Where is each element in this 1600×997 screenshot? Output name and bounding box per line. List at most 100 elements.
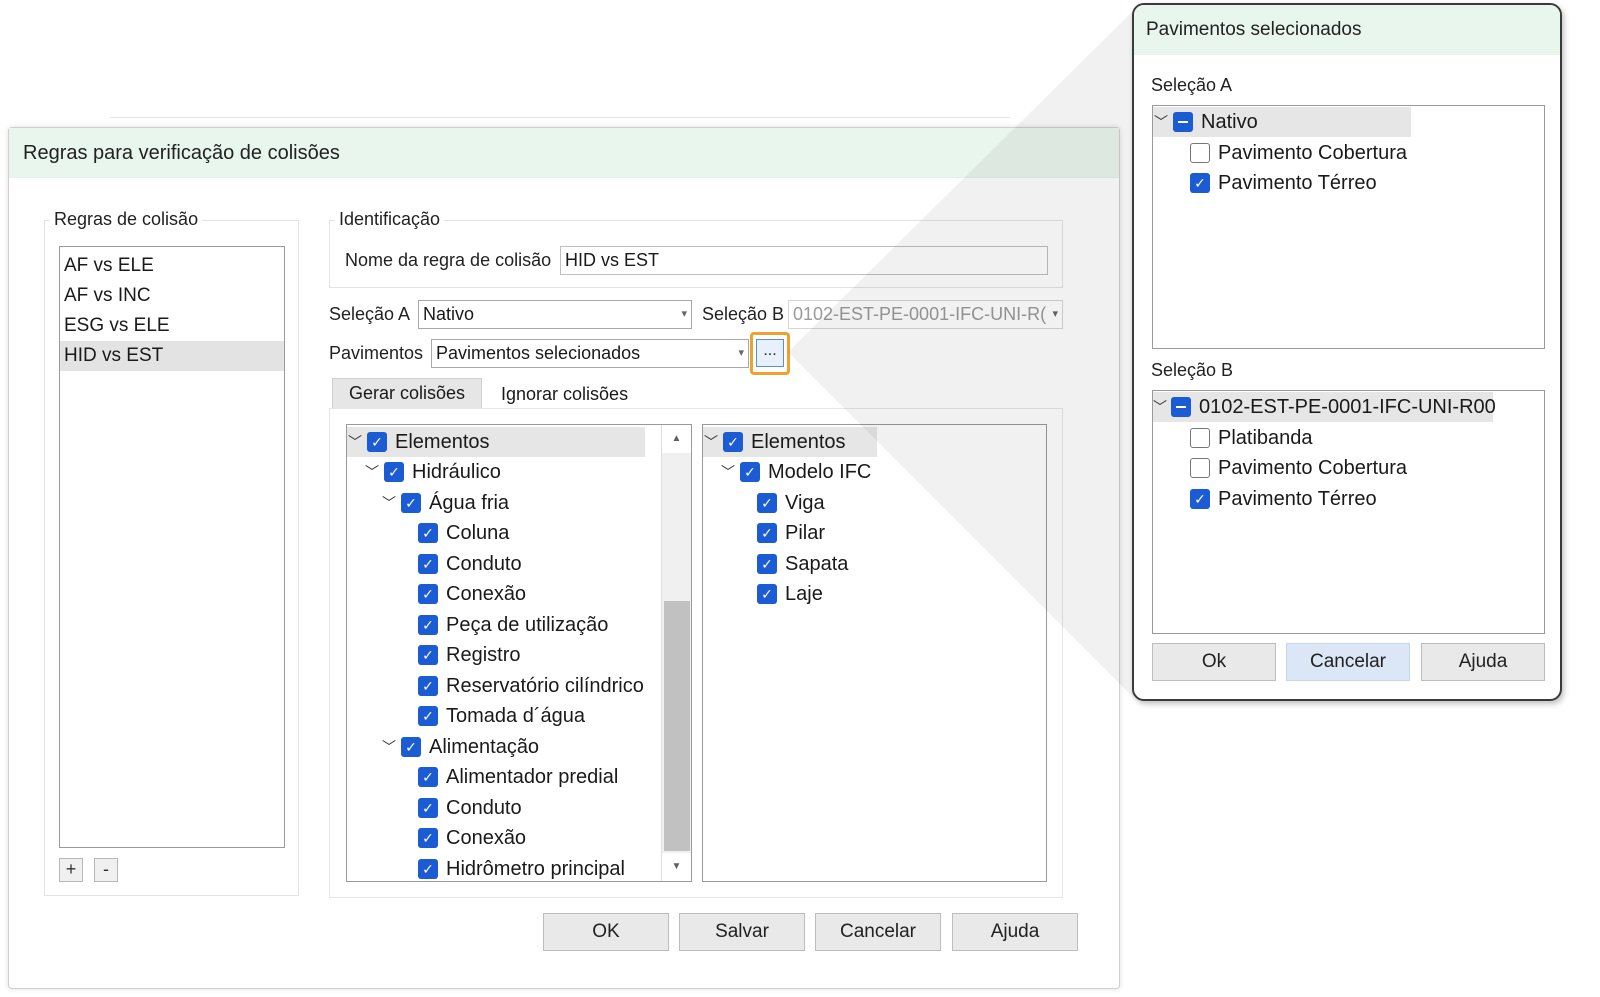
list-item[interactable]: ESG vs ELE bbox=[60, 311, 284, 341]
checkbox-checked-icon[interactable]: ✓ bbox=[418, 767, 438, 787]
checkbox-checked-icon[interactable]: ✓ bbox=[418, 554, 438, 574]
chevron-down-icon[interactable]: ﹀ bbox=[381, 737, 397, 757]
checkbox-checked-icon[interactable]: ✓ bbox=[418, 615, 438, 635]
tab-ignorar-colisoes[interactable]: Ignorar colisões bbox=[485, 380, 644, 410]
tree-item[interactable]: ﹀ ✓ Água fria bbox=[381, 488, 509, 518]
checkbox-checked-icon[interactable]: ✓ bbox=[757, 554, 777, 574]
chevron-down-icon[interactable]: ﹀ bbox=[347, 432, 363, 452]
tree-item[interactable]: ﹀ ✓ Elementos bbox=[347, 427, 645, 457]
tree-item[interactable]: ✓ Pavimento Térreo bbox=[1190, 484, 1377, 514]
checkbox-checked-icon[interactable]: ✓ bbox=[757, 523, 777, 543]
checkbox-checked-icon[interactable]: ✓ bbox=[740, 462, 760, 482]
cancel-button[interactable]: Cancelar bbox=[815, 913, 941, 951]
pavimentos-value: Pavimentos selecionados bbox=[436, 343, 641, 363]
tree-item[interactable]: Pavimento Cobertura bbox=[1190, 453, 1407, 483]
checkbox-unchecked-icon[interactable] bbox=[1190, 143, 1210, 163]
tab-gerar-colisoes[interactable]: Gerar colisões bbox=[332, 378, 483, 408]
save-button[interactable]: Salvar bbox=[679, 913, 805, 951]
tree-selection-b[interactable]: ﹀ ✓ Elementos ﹀ ✓ Modelo IFC ✓ Viga ✓ Pi… bbox=[702, 424, 1047, 882]
list-item-selected[interactable]: HID vs EST bbox=[60, 341, 284, 371]
checkbox-checked-icon[interactable]: ✓ bbox=[418, 676, 438, 696]
checkbox-partial-icon[interactable] bbox=[1173, 112, 1193, 132]
checkbox-checked-icon[interactable]: ✓ bbox=[401, 493, 421, 513]
scroll-up-icon[interactable]: ▲ bbox=[662, 425, 691, 453]
tree-item[interactable]: ✓ Alimentador predial bbox=[418, 762, 618, 792]
checkbox-checked-icon[interactable]: ✓ bbox=[418, 706, 438, 726]
tree-item[interactable]: ✓ Conduto bbox=[418, 549, 522, 579]
checkbox-checked-icon[interactable]: ✓ bbox=[367, 432, 387, 452]
checkbox-checked-icon[interactable]: ✓ bbox=[401, 737, 421, 757]
checkbox-checked-icon[interactable]: ✓ bbox=[418, 859, 438, 879]
checkbox-checked-icon[interactable]: ✓ bbox=[418, 523, 438, 543]
checkbox-partial-icon[interactable] bbox=[1171, 397, 1191, 417]
checkbox-checked-icon[interactable]: ✓ bbox=[1190, 173, 1210, 193]
tree-item-label: Conexão bbox=[446, 826, 527, 849]
list-item[interactable]: AF vs ELE bbox=[60, 251, 284, 281]
rule-name-input[interactable]: HID vs EST bbox=[560, 246, 1048, 275]
list-item[interactable]: AF vs INC bbox=[60, 281, 284, 311]
tree-item-label: Viga bbox=[785, 491, 825, 514]
popup-tree-a[interactable]: ﹀ Nativo Pavimento Cobertura ✓ Pavimento… bbox=[1152, 105, 1545, 349]
scrollbar-thumb[interactable] bbox=[664, 601, 690, 851]
popup-help-button[interactable]: Ajuda bbox=[1421, 643, 1545, 681]
tree-a-scrollbar[interactable]: ▲ ▼ bbox=[661, 425, 691, 881]
selection-b-dropdown[interactable]: 0102-EST-PE-0001-IFC-UNI-R( ▾ bbox=[788, 300, 1063, 329]
chevron-down-icon[interactable]: ﹀ bbox=[1153, 397, 1167, 417]
chevron-down-icon[interactable]: ﹀ bbox=[720, 462, 736, 482]
checkbox-checked-icon[interactable]: ✓ bbox=[1190, 489, 1210, 509]
checkbox-checked-icon[interactable]: ✓ bbox=[418, 798, 438, 818]
checkbox-unchecked-icon[interactable] bbox=[1190, 458, 1210, 478]
tree-item[interactable]: ✓ Sapata bbox=[757, 549, 848, 579]
ok-button[interactable]: OK bbox=[543, 913, 669, 951]
popup-cancel-button[interactable]: Cancelar bbox=[1286, 643, 1410, 681]
tree-item[interactable]: ✓ Peça de utilização bbox=[418, 610, 608, 640]
tree-item[interactable]: ﹀ 0102-EST-PE-0001-IFC-UNI-R00 bbox=[1153, 392, 1496, 422]
checkbox-checked-icon[interactable]: ✓ bbox=[418, 828, 438, 848]
tree-item-label: Nativo bbox=[1201, 110, 1258, 133]
tree-item[interactable]: ✓ Coluna bbox=[418, 518, 509, 548]
tree-item-label: Elementos bbox=[395, 430, 490, 453]
chevron-down-icon[interactable]: ﹀ bbox=[364, 462, 380, 482]
browse-pavimentos-button[interactable]: ... bbox=[756, 339, 784, 367]
pavimentos-dropdown[interactable]: Pavimentos selecionados ▾ bbox=[431, 339, 749, 368]
tree-item[interactable]: ✓ Viga bbox=[757, 488, 825, 518]
tree-item[interactable]: ✓ Conexão bbox=[418, 579, 526, 609]
tree-item[interactable]: ✓ Tomada d´água bbox=[418, 701, 585, 731]
dialog-title: Regras para verificação de colisões bbox=[23, 142, 340, 164]
tree-item[interactable]: ✓ Conduto bbox=[418, 793, 522, 823]
checkbox-unchecked-icon[interactable] bbox=[1190, 428, 1210, 448]
tree-item[interactable]: ﹀ ✓ Alimentação bbox=[381, 732, 539, 762]
checkbox-checked-icon[interactable]: ✓ bbox=[723, 432, 743, 452]
tree-item[interactable]: ✓ Pilar bbox=[757, 518, 825, 548]
popup-ok-button[interactable]: Ok bbox=[1152, 643, 1276, 681]
checkbox-checked-icon[interactable]: ✓ bbox=[384, 462, 404, 482]
selection-a-dropdown[interactable]: Nativo ▾ bbox=[418, 300, 692, 329]
scroll-down-icon[interactable]: ▼ bbox=[662, 853, 691, 881]
tree-item[interactable]: ✓ Conexão bbox=[418, 823, 526, 853]
chevron-down-icon[interactable]: ﹀ bbox=[703, 432, 719, 452]
tree-item[interactable]: ✓ Reservatório cilíndrico bbox=[418, 671, 644, 701]
checkbox-checked-icon[interactable]: ✓ bbox=[757, 493, 777, 513]
checkbox-checked-icon[interactable]: ✓ bbox=[418, 584, 438, 604]
tree-item[interactable]: ✓ Laje bbox=[757, 579, 823, 609]
help-button[interactable]: Ajuda bbox=[952, 913, 1078, 951]
chevron-down-icon[interactable]: ﹀ bbox=[1153, 112, 1169, 132]
chevron-down-icon[interactable]: ﹀ bbox=[381, 493, 397, 513]
tree-item[interactable]: ✓ Hidrômetro principal bbox=[418, 854, 625, 881]
popup-tree-b[interactable]: ﹀ 0102-EST-PE-0001-IFC-UNI-R00 Platiband… bbox=[1152, 390, 1545, 634]
tree-item[interactable]: Platibanda bbox=[1190, 423, 1313, 453]
tree-item[interactable]: ✓ Registro bbox=[418, 640, 520, 670]
tree-item[interactable]: ﹀ ✓ Modelo IFC bbox=[720, 457, 871, 487]
remove-rule-button[interactable]: - bbox=[94, 858, 118, 882]
checkbox-checked-icon[interactable]: ✓ bbox=[757, 584, 777, 604]
add-rule-button[interactable]: + bbox=[59, 858, 83, 882]
tree-item[interactable]: ﹀ Nativo bbox=[1153, 107, 1411, 137]
selection-a-label: Seleção A bbox=[329, 304, 411, 324]
checkbox-checked-icon[interactable]: ✓ bbox=[418, 645, 438, 665]
rules-list[interactable]: AF vs ELE AF vs INC ESG vs ELE HID vs ES… bbox=[59, 246, 285, 848]
tree-item[interactable]: ✓ Pavimento Térreo bbox=[1190, 168, 1377, 198]
tree-item[interactable]: Pavimento Cobertura bbox=[1190, 138, 1407, 168]
tree-selection-a[interactable]: ﹀ ✓ Elementos ﹀ ✓ Hidráulico ﹀ ✓ Água fr… bbox=[346, 424, 692, 882]
tree-item[interactable]: ﹀ ✓ Hidráulico bbox=[364, 457, 501, 487]
tree-item[interactable]: ﹀ ✓ Elementos bbox=[703, 427, 877, 457]
